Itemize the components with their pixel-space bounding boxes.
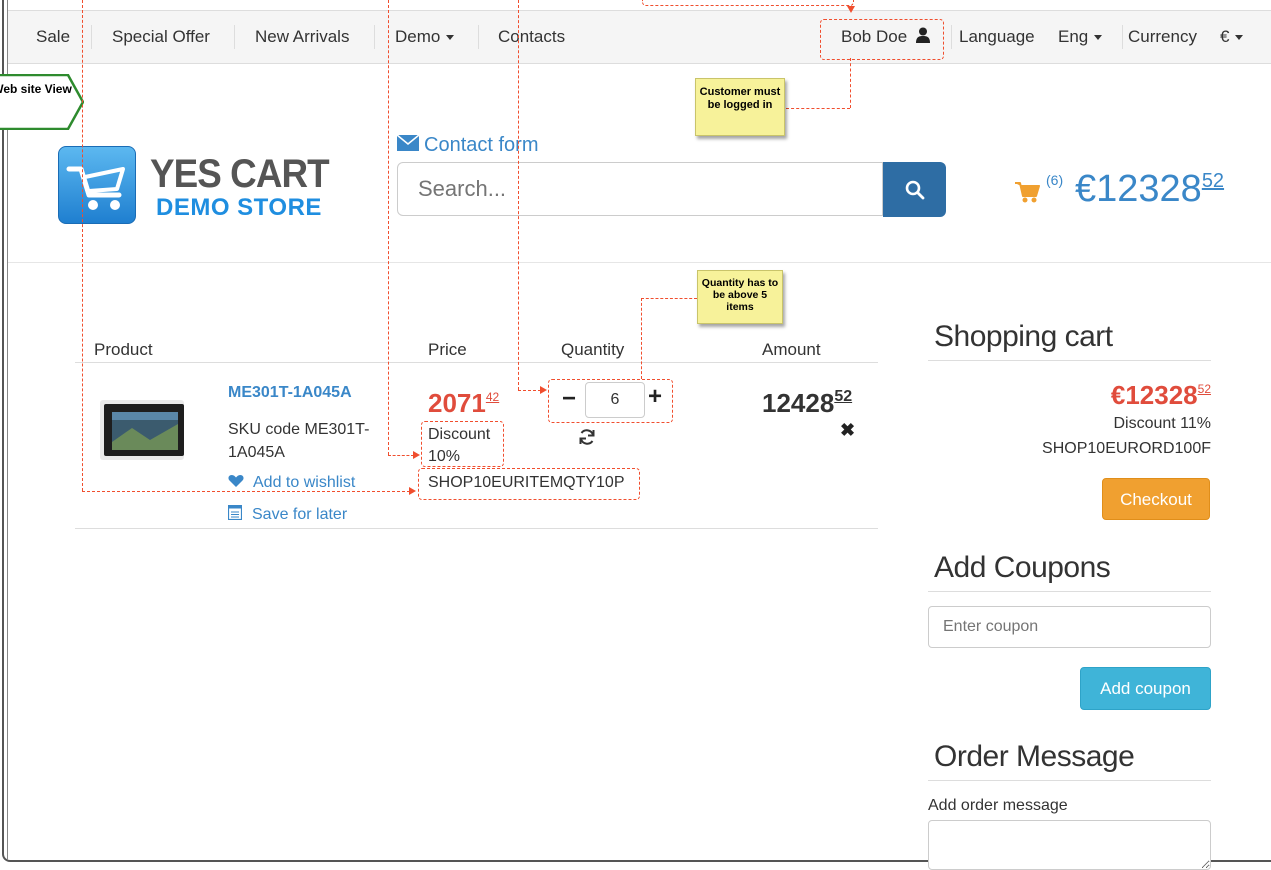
nav-new-arrivals[interactable]: New Arrivals xyxy=(255,27,349,47)
table-row-divider xyxy=(75,528,878,529)
caret-down-icon xyxy=(1094,35,1103,41)
annotation-connector xyxy=(850,58,851,108)
logo-cart-icon[interactable] xyxy=(58,146,136,224)
line-amount-main: 12428 xyxy=(762,388,835,418)
nav-separator xyxy=(951,25,952,49)
annotation-connector xyxy=(518,0,519,390)
annotation-highlight-user xyxy=(820,19,944,60)
cart-logo-icon xyxy=(66,166,125,210)
header-cart-total-cents: 52 xyxy=(1201,170,1225,192)
table-header-divider xyxy=(75,362,878,363)
coupon-input[interactable] xyxy=(928,606,1211,648)
nav-special-offer[interactable]: Special Offer xyxy=(112,27,210,47)
language-value: Eng xyxy=(1058,27,1089,46)
list-icon xyxy=(227,504,243,521)
save-for-later-link[interactable]: Save for later xyxy=(227,504,348,524)
header-divider xyxy=(8,262,1271,263)
remove-item-icon[interactable]: ✖ xyxy=(840,420,855,441)
language-dropdown[interactable]: Eng xyxy=(1058,27,1103,47)
order-promo-code: SHOP10EURORD100F xyxy=(1042,440,1211,457)
product-thumbnail[interactable] xyxy=(98,392,186,464)
caret-down-icon xyxy=(1235,35,1244,41)
currency-value: € xyxy=(1220,27,1230,46)
heart-icon xyxy=(228,475,244,487)
sidebar-total-main: €12328 xyxy=(1110,380,1198,410)
sidebar-divider xyxy=(928,780,1211,781)
sidebar-total-cents: 52 xyxy=(1197,382,1211,396)
search-button[interactable] xyxy=(883,162,946,217)
arrow-down-icon xyxy=(847,6,855,13)
unit-price-main: 2071 xyxy=(428,388,486,418)
language-label: Language xyxy=(959,27,1035,46)
annotation-highlight-quantity xyxy=(548,379,673,423)
refresh-icon[interactable] xyxy=(578,428,596,451)
order-message-label: Add order message xyxy=(928,797,1068,814)
header-cart-total[interactable]: €1232852 xyxy=(1075,168,1224,211)
note-quantity-rule: Quantity has to be above 5 items xyxy=(697,270,783,324)
order-message-input[interactable] xyxy=(928,820,1211,870)
annotation-connector xyxy=(82,0,83,491)
envelope-icon xyxy=(396,134,420,151)
cart-item-count[interactable]: (6) xyxy=(1046,172,1063,188)
sidebar-divider xyxy=(928,591,1211,592)
annotation-highlight-promo xyxy=(418,468,640,500)
arrow-right-icon xyxy=(409,487,416,495)
line-amount-cents: 52 xyxy=(834,388,853,405)
col-header-product: Product xyxy=(94,340,153,359)
add-to-wishlist-link[interactable]: Add to wishlist xyxy=(228,474,355,492)
annotation-connector xyxy=(388,0,389,455)
nav-separator xyxy=(374,25,375,49)
nav-sale[interactable]: Sale xyxy=(36,27,70,47)
arrow-right-icon xyxy=(413,451,420,459)
arrow-right-icon xyxy=(540,386,547,394)
order-message-title: Order Message xyxy=(934,740,1135,773)
unit-price-cents: 42 xyxy=(485,390,500,404)
shopping-cart-icon[interactable] xyxy=(1014,180,1040,204)
sidebar-divider xyxy=(928,360,1211,361)
add-coupon-button[interactable]: Add coupon xyxy=(1080,667,1211,710)
product-sku: SKU code ME301T-1A045A xyxy=(228,421,370,461)
sidebar-cart-total: €1232852 xyxy=(1111,380,1211,411)
order-discount: Discount 11% xyxy=(1113,415,1211,432)
nav-demo-label: Demo xyxy=(395,27,441,46)
header-cart-total-main: €12328 xyxy=(1075,168,1202,210)
logo-title[interactable]: YES CART xyxy=(150,152,330,197)
web-site-view-label: Web site View xyxy=(0,82,72,96)
col-header-quantity: Quantity xyxy=(561,340,625,359)
save-later-label: Save for later xyxy=(252,506,348,523)
search-icon xyxy=(905,180,925,200)
annotation-highlight-discount xyxy=(421,421,504,467)
nav-separator xyxy=(234,25,235,49)
top-navbar: Sale Special Offer New Arrivals Demo Con… xyxy=(8,10,1271,64)
contact-form-label: Contact form xyxy=(424,134,539,156)
line-amount: 1242852 xyxy=(762,388,852,419)
caret-down-icon xyxy=(446,35,455,41)
annotation-connector xyxy=(641,298,697,299)
annotation-connector xyxy=(388,455,414,456)
checkout-button[interactable]: Checkout xyxy=(1102,478,1210,520)
annotation-connector xyxy=(641,298,642,379)
col-header-price: Price xyxy=(428,340,467,359)
wishlist-label: Add to wishlist xyxy=(253,474,356,491)
nav-separator xyxy=(91,25,92,49)
nav-contacts[interactable]: Contacts xyxy=(498,27,565,47)
nav-demo-dropdown[interactable]: Demo xyxy=(395,27,455,47)
nav-separator xyxy=(1122,25,1123,49)
annotation-connector xyxy=(786,108,850,109)
shopping-cart-title: Shopping cart xyxy=(934,320,1113,353)
search-input[interactable] xyxy=(397,162,883,216)
nav-separator xyxy=(478,25,479,49)
unit-price: 207142 xyxy=(428,388,499,419)
logo-subtitle: DEMO STORE xyxy=(156,194,322,221)
annotation-connector xyxy=(82,491,410,492)
annotation-highlight-top xyxy=(642,0,854,6)
note-customer-logged-in: Customer must be logged in xyxy=(695,78,785,136)
product-name-link[interactable]: ME301T-1A045A xyxy=(228,384,352,402)
currency-label: Currency xyxy=(1128,27,1197,46)
window-inner-edge xyxy=(7,0,1271,860)
col-header-amount: Amount xyxy=(762,340,821,359)
annotation-connector xyxy=(518,390,541,391)
add-coupons-title: Add Coupons xyxy=(934,551,1111,584)
currency-dropdown[interactable]: € xyxy=(1220,27,1244,47)
